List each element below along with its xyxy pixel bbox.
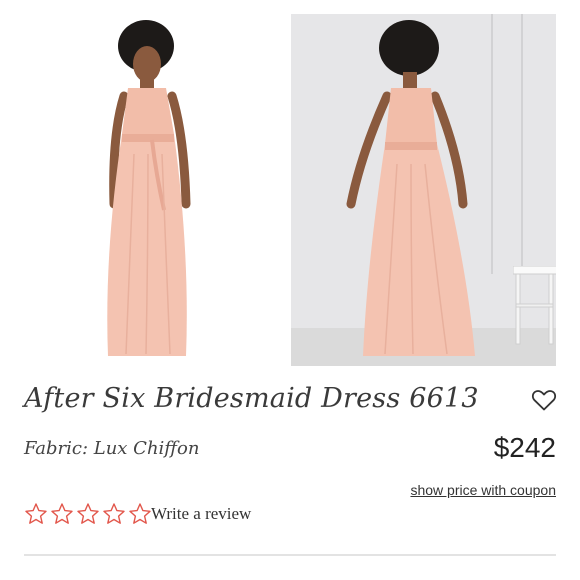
heart-outline-icon[interactable] <box>531 388 557 412</box>
star-outline-icon[interactable] <box>102 502 126 526</box>
fabric-label: Fabric: Lux Chiffon <box>24 438 200 459</box>
write-review-link[interactable]: Write a review <box>151 504 251 524</box>
star-outline-icon[interactable] <box>24 502 48 526</box>
price-label: $242 <box>493 432 556 463</box>
star-outline-icon[interactable] <box>128 502 152 526</box>
product-title: After Six Bridesmaid Dress 6613 <box>24 383 479 414</box>
section-divider <box>24 554 556 556</box>
star-outline-icon[interactable] <box>50 502 74 526</box>
dress-back-photo <box>346 20 475 356</box>
rating-stars[interactable] <box>24 502 152 526</box>
show-price-with-coupon-link[interactable]: show price with coupon <box>410 482 556 498</box>
product-image-front[interactable] <box>24 14 271 366</box>
star-outline-icon[interactable] <box>76 502 100 526</box>
dress-front-photo <box>107 20 191 356</box>
product-image-back[interactable] <box>291 14 556 366</box>
